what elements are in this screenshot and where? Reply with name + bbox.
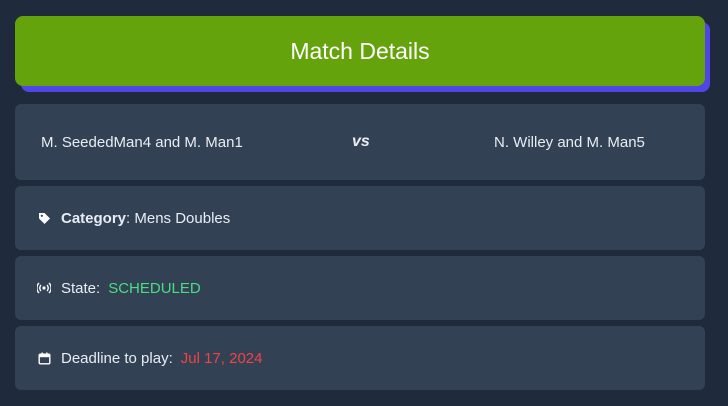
category-card: Category: Mens Doubles [15, 186, 705, 250]
team-b-name: N. Willey and M. Man5 [494, 133, 645, 151]
state-value: SCHEDULED [108, 279, 201, 297]
deadline-card: Deadline to play: Jul 17, 2024 [15, 326, 705, 390]
state-label: State: [61, 279, 101, 297]
tag-icon [37, 211, 51, 225]
deadline-value: Jul 17, 2024 [180, 349, 263, 367]
broadcast-icon [37, 281, 51, 295]
category-separator: : [126, 209, 131, 227]
page-title: Match Details [290, 37, 430, 64]
versus-label: vs [352, 133, 370, 150]
team-a-name: M. SeededMan4 and M. Man1 [41, 133, 243, 151]
category-label: Category [61, 209, 127, 227]
match-details-header: Match Details [15, 16, 705, 86]
calendar-icon [37, 351, 51, 365]
deadline-label: Deadline to play: [61, 349, 173, 367]
category-value: Mens Doubles [134, 209, 231, 227]
teams-card: M. SeededMan4 and M. Man1 vs N. Willey a… [15, 104, 705, 180]
state-card: State: SCHEDULED [15, 256, 705, 320]
